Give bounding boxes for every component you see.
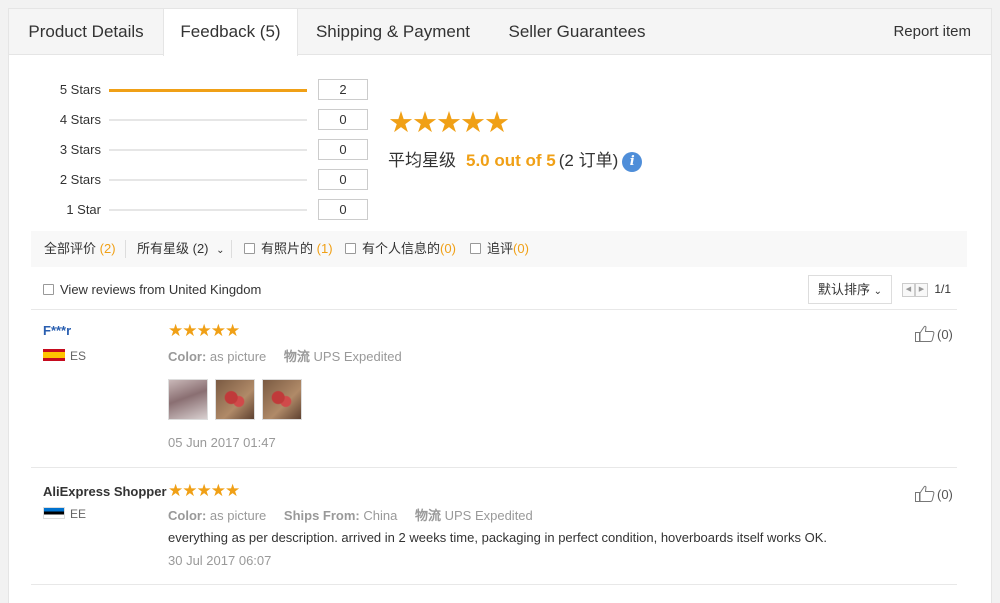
filter-photos-count: (1) xyxy=(316,241,333,256)
rating-label: 4 Stars xyxy=(59,112,101,127)
rating-label: 3 Stars xyxy=(59,142,101,157)
filter-followup-count: (0) xyxy=(513,241,529,256)
rating-label: 2 Stars xyxy=(59,172,101,187)
spain-flag-icon xyxy=(43,349,65,361)
country-code: EE xyxy=(70,507,87,521)
reviewer-country: ES xyxy=(43,349,86,363)
tab-feedback[interactable]: Feedback (5) xyxy=(163,9,298,56)
helpful-button[interactable]: (0) xyxy=(915,325,953,342)
color-key: Color: xyxy=(168,508,207,523)
filter-personal-count: (0) xyxy=(440,241,456,256)
color-value: as picture xyxy=(209,349,267,364)
rating-bar xyxy=(109,149,307,151)
prev-page-button[interactable]: ◀ xyxy=(902,282,915,297)
star-filter-dropdown[interactable]: 所有星级 (2) ⌄ xyxy=(137,231,225,267)
reviewer-name[interactable]: F***r xyxy=(43,323,71,338)
page-indicator: 1/1 xyxy=(934,282,952,296)
sort-dropdown[interactable]: 默认排序 ⌄ xyxy=(808,275,892,304)
logistics-key: 物流 xyxy=(414,508,441,523)
tab-seller-guarantees[interactable]: Seller Guarantees xyxy=(488,9,666,55)
pager: ◀ ▶ 1/1 xyxy=(902,282,951,297)
thumbs-up-icon xyxy=(915,325,935,342)
helpful-count: (0) xyxy=(937,487,953,502)
divider xyxy=(231,240,232,258)
logistics-value: UPS Expedited xyxy=(313,349,402,364)
average-score: 5.0 out of 5 xyxy=(466,151,556,170)
rating-count: 0 xyxy=(318,169,368,190)
filter-all-count: (2) xyxy=(99,241,116,256)
color-key: Color: xyxy=(168,349,207,364)
next-page-button[interactable]: ▶ xyxy=(915,282,928,297)
rating-label: 5 Stars xyxy=(59,82,101,97)
reviewer-name: AliExpress Shopper xyxy=(43,484,167,499)
review-photo-thumbnail[interactable] xyxy=(168,379,208,420)
checkbox[interactable] xyxy=(470,243,481,254)
rating-bar xyxy=(109,209,307,211)
filter-bar: 全部评价 (2) 所有星级 (2) ⌄ 有照片的 (1) 有个人信息的(0) 追… xyxy=(31,231,967,267)
divider xyxy=(125,240,126,258)
chevron-down-icon: ⌄ xyxy=(873,286,883,297)
rating-label: 1 Star xyxy=(66,202,101,217)
checkbox[interactable] xyxy=(244,243,255,254)
review-text: everything as per description. arrived i… xyxy=(168,530,827,545)
review-photo-thumbnail[interactable] xyxy=(215,379,255,420)
helpful-count: (0) xyxy=(937,327,953,342)
rating-count: 2 xyxy=(318,79,368,100)
country-code: ES xyxy=(70,349,87,363)
report-item-link[interactable]: Report item xyxy=(893,9,971,55)
checkbox[interactable] xyxy=(345,243,356,254)
filter-all[interactable]: 全部评价 (2) xyxy=(44,231,116,267)
divider xyxy=(31,584,957,585)
filter-with-photos[interactable]: 有照片的 (1) xyxy=(244,231,333,267)
rating-count: 0 xyxy=(318,109,368,130)
info-icon[interactable]: i xyxy=(622,152,643,172)
order-count: (2 订单) xyxy=(558,151,619,170)
uk-filter[interactable]: View reviews from United Kingdom xyxy=(43,279,261,301)
rating-bar xyxy=(109,119,307,121)
rating-count: 0 xyxy=(318,139,368,160)
logistics-key: 物流 xyxy=(283,349,310,364)
feedback-panel: Product Details Feedback (5) Shipping & … xyxy=(8,8,992,603)
logistics-value: UPS Expedited xyxy=(444,508,533,523)
filter-with-personal-info[interactable]: 有个人信息的(0) xyxy=(345,231,456,267)
review-stars-icon: ★★★★★ xyxy=(168,481,240,500)
filter-followup-label: 追评 xyxy=(487,241,514,256)
rating-count: 0 xyxy=(318,199,368,220)
average-rating: 平均星级 5.0 out of 5 (2 订单) i xyxy=(388,146,643,172)
reviewer-country: EE xyxy=(43,507,86,521)
rating-bar xyxy=(109,88,307,92)
filter-followup[interactable]: 追评(0) xyxy=(470,231,529,267)
filter-personal-label: 有个人信息的 xyxy=(362,241,441,256)
review-date: 30 Jul 2017 06:07 xyxy=(168,553,272,568)
tab-shipping-payment[interactable]: Shipping & Payment xyxy=(298,9,488,55)
star-filter-label: 所有星级 (2) xyxy=(137,241,209,256)
checkbox[interactable] xyxy=(43,284,54,295)
rating-bar xyxy=(109,179,307,181)
ships-from-key: Ships From: xyxy=(283,508,360,523)
review-photo-thumbnail[interactable] xyxy=(262,379,302,420)
review-date: 05 Jun 2017 01:47 xyxy=(168,435,276,450)
divider xyxy=(31,309,957,310)
helpful-button[interactable]: (0) xyxy=(915,485,953,502)
review-stars-icon: ★★★★★ xyxy=(168,321,240,340)
chevron-down-icon: ⌄ xyxy=(216,245,225,256)
tab-product-details[interactable]: Product Details xyxy=(9,9,163,55)
average-stars-icon: ★★★★★ xyxy=(388,107,510,139)
filter-all-label: 全部评价 xyxy=(44,241,97,256)
estonia-flag-icon xyxy=(43,507,65,519)
tab-bar: Product Details Feedback (5) Shipping & … xyxy=(9,9,991,56)
average-label: 平均星级 xyxy=(388,151,456,170)
uk-filter-label: View reviews from United Kingdom xyxy=(60,282,262,297)
divider xyxy=(31,467,957,468)
review-attributes: Color: as picture 物流 UPS Expedited xyxy=(168,346,402,365)
sort-label: 默认排序 xyxy=(817,282,870,297)
color-value: as picture xyxy=(209,508,267,523)
rating-bar-fill xyxy=(109,88,307,92)
thumbs-up-icon xyxy=(915,485,935,502)
filter-photos-label: 有照片的 xyxy=(261,241,314,256)
review-attributes: Color: as picture Ships From: China 物流 U… xyxy=(168,505,533,524)
ships-from-value: China xyxy=(363,508,398,523)
